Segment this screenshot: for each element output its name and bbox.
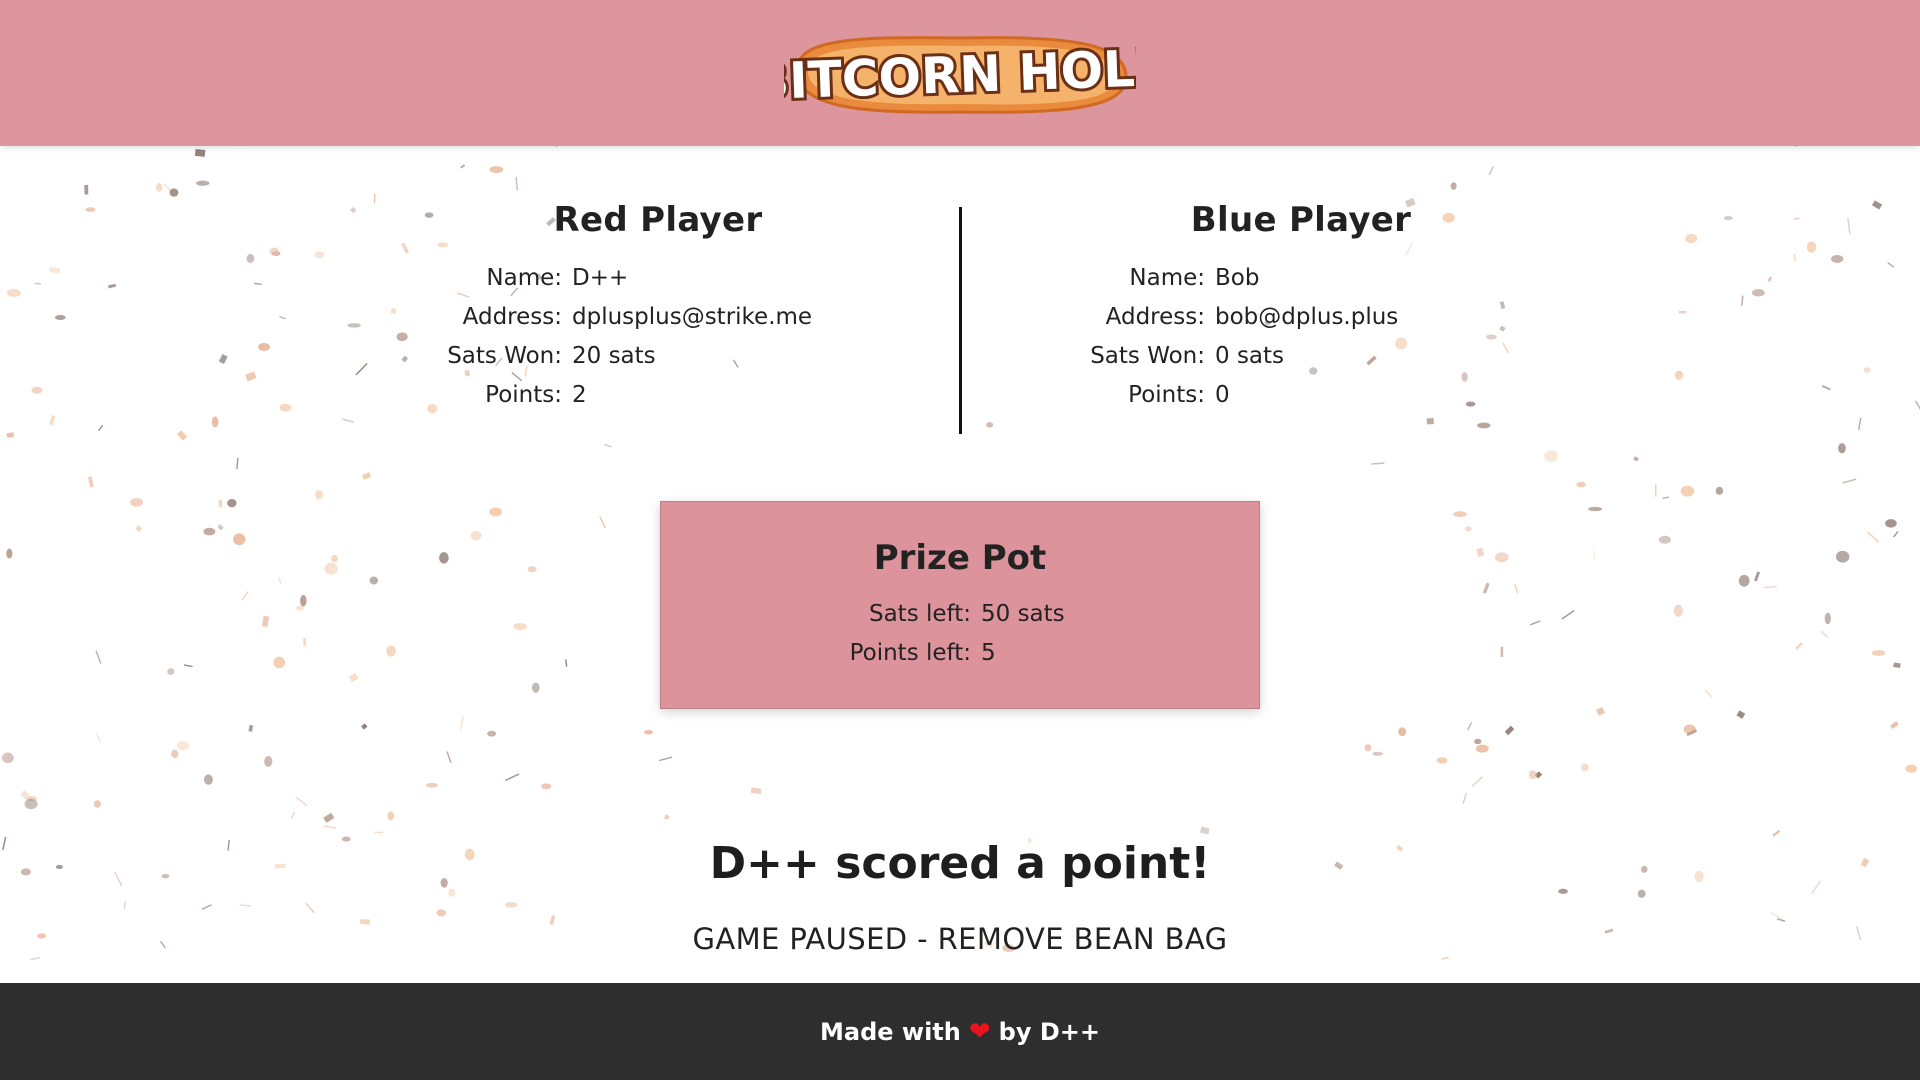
- footer-by: by D++: [998, 1017, 1100, 1046]
- red-sats-value: 20 sats: [572, 343, 656, 369]
- blue-player-details: Name: Bob Address: bob@dplus.plus Sats W…: [1021, 264, 1581, 409]
- prize-pot-title: Prize Pot: [873, 538, 1047, 578]
- points-left-value: 5: [981, 640, 996, 666]
- red-address-value: dplusplus@strike.me: [572, 304, 813, 330]
- bitcorn-hole-logo: BITCORN HOLE: [784, 30, 1136, 120]
- blue-sats-label: Sats Won:: [1090, 343, 1205, 369]
- blue-player-panel: Blue Player Name: Bob Address: bob@dplus…: [1021, 200, 1581, 409]
- footer-made-with: Made with: [820, 1017, 961, 1046]
- red-name-label: Name:: [486, 265, 562, 291]
- blue-points-value: 0: [1215, 382, 1230, 408]
- red-player-panel: Red Player Name: D++ Address: dplusplus@…: [378, 200, 938, 409]
- top-banner: BITCORN HOLE: [0, 0, 1920, 146]
- sats-left-value: 50 sats: [981, 601, 1065, 627]
- blue-name-label: Name:: [1129, 265, 1205, 291]
- blue-points-label: Points:: [1128, 382, 1205, 408]
- game-status: GAME PAUSED - REMOVE BEAN BAG: [692, 922, 1228, 956]
- red-player-title: Red Player: [553, 200, 763, 240]
- blue-name-value: Bob: [1215, 265, 1260, 291]
- blue-player-title: Blue Player: [1190, 200, 1412, 240]
- blue-sats-value: 0 sats: [1215, 343, 1285, 369]
- blue-address-label: Address:: [1105, 304, 1205, 330]
- blue-address-value: bob@dplus.plus: [1215, 304, 1399, 330]
- heart-icon: ❤: [968, 1016, 991, 1047]
- scoreboard: Red Player Name: D++ Address: dplusplus@…: [0, 146, 1920, 983]
- red-sats-label: Sats Won:: [447, 343, 562, 369]
- red-player-details: Name: D++ Address: dplusplus@strike.me S…: [378, 264, 938, 409]
- red-name-value: D++: [572, 265, 629, 291]
- player-divider: [959, 207, 962, 434]
- score-message: D++ scored a point!: [709, 838, 1211, 889]
- red-address-label: Address:: [462, 304, 562, 330]
- red-points-value: 2: [572, 382, 587, 408]
- sats-left-label: Sats left:: [868, 601, 971, 627]
- prize-pot-details: Sats left: 50 sats Points left: 5: [661, 600, 1259, 667]
- red-points-label: Points:: [485, 382, 562, 408]
- logo-graphic: BITCORN HOLE: [784, 36, 1136, 115]
- points-left-label: Points left:: [849, 640, 971, 666]
- prize-pot-panel: Prize Pot Sats left: 50 sats Points left…: [660, 501, 1260, 709]
- footer: Made with ❤ by D++: [0, 983, 1920, 1080]
